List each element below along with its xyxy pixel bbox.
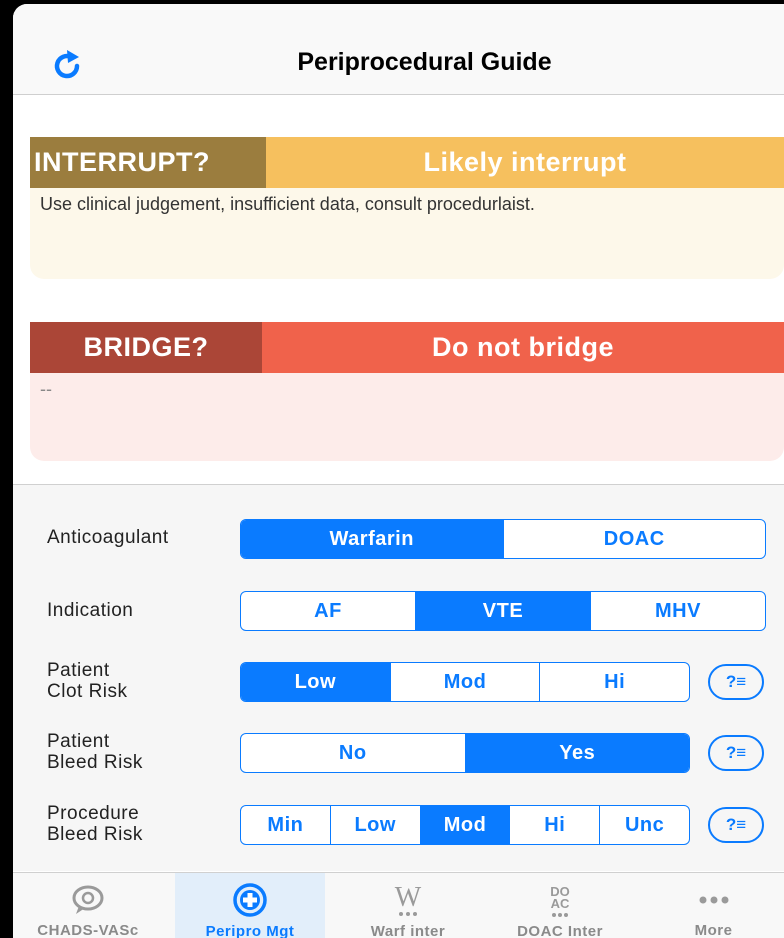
clot-risk-option-hi[interactable]: Hi <box>539 663 689 701</box>
anticoagulant-segmented-control: Warfarin DOAC <box>240 519 766 559</box>
bleed-risk-option-no[interactable]: No <box>241 734 465 772</box>
clot-risk-help-button[interactable]: ?≡ <box>708 664 764 700</box>
anticoagulant-label: Anticoagulant <box>47 527 169 548</box>
procedure-bleed-risk-option-hi[interactable]: Hi <box>509 806 599 844</box>
bridge-result: Do not bridge <box>262 322 784 373</box>
nav-bar: Periprocedural Guide <box>13 4 784 95</box>
bridge-label: BRIDGE? <box>30 322 262 373</box>
bleed-risk-label: Patient Bleed Risk <box>47 731 143 773</box>
chat-bubble-icon <box>71 883 105 916</box>
bleed-risk-segmented-control: No Yes <box>240 733 690 773</box>
more-dots-icon <box>696 883 732 916</box>
bleed-risk-help-button[interactable]: ?≡ <box>708 735 764 771</box>
tab-doac-inter[interactable]: DO AC DOAC Inter <box>485 873 635 938</box>
medical-cross-icon <box>232 883 268 917</box>
controls-panel: Anticoagulant Warfarin DOAC Indication A… <box>13 484 784 871</box>
svg-text:AC: AC <box>551 896 570 911</box>
indication-option-af[interactable]: AF <box>241 592 415 630</box>
anticoagulant-option-doac[interactable]: DOAC <box>502 520 766 558</box>
app-screen: Periprocedural Guide INTERRUPT? Likely i… <box>13 4 784 938</box>
bleed-risk-option-yes[interactable]: Yes <box>464 734 689 772</box>
indication-option-mhv[interactable]: MHV <box>590 592 765 630</box>
clot-risk-label: Patient Clot Risk <box>47 660 128 702</box>
clot-risk-segmented-control: Low Mod Hi <box>240 662 690 702</box>
procedure-bleed-risk-label: Procedure Bleed Risk <box>47 803 143 845</box>
indication-option-vte[interactable]: VTE <box>415 592 590 630</box>
tab-bar: CHADS-VASc Peripro Mgt W Warf inter DO A… <box>13 872 784 938</box>
clot-risk-option-low[interactable]: Low <box>241 663 390 701</box>
w-letter-icon: W <box>390 882 426 917</box>
bridge-card: BRIDGE? Do not bridge -- <box>30 322 784 461</box>
indication-label: Indication <box>47 600 134 621</box>
page-title: Periprocedural Guide <box>297 48 552 76</box>
tab-more[interactable]: More <box>643 873 784 938</box>
doac-icon: DO AC <box>542 883 578 917</box>
interrupt-note: Use clinical judgement, insufficient dat… <box>30 188 784 279</box>
tab-chads-vasc[interactable]: CHADS-VASc <box>13 873 163 938</box>
clot-risk-option-mod[interactable]: Mod <box>389 663 540 701</box>
bridge-note: -- <box>30 373 784 461</box>
interrupt-card: INTERRUPT? Likely interrupt Use clinical… <box>30 137 784 279</box>
procedure-bleed-risk-option-min[interactable]: Min <box>241 806 330 844</box>
svg-text:W: W <box>395 882 422 913</box>
tab-peripro-mgt[interactable]: Peripro Mgt <box>175 873 325 938</box>
tab-warf-inter[interactable]: W Warf inter <box>333 873 483 938</box>
indication-segmented-control: AF VTE MHV <box>240 591 766 631</box>
procedure-bleed-risk-help-button[interactable]: ?≡ <box>708 807 764 843</box>
procedure-bleed-risk-option-mod[interactable]: Mod <box>419 806 510 844</box>
interrupt-label: INTERRUPT? <box>30 137 266 188</box>
anticoagulant-option-warfarin[interactable]: Warfarin <box>241 520 503 558</box>
procedure-bleed-risk-option-unc[interactable]: Unc <box>599 806 689 844</box>
interrupt-result: Likely interrupt <box>266 137 784 188</box>
procedure-bleed-risk-option-low[interactable]: Low <box>329 806 420 844</box>
procedure-bleed-risk-segmented-control: Min Low Mod Hi Unc <box>240 805 690 845</box>
